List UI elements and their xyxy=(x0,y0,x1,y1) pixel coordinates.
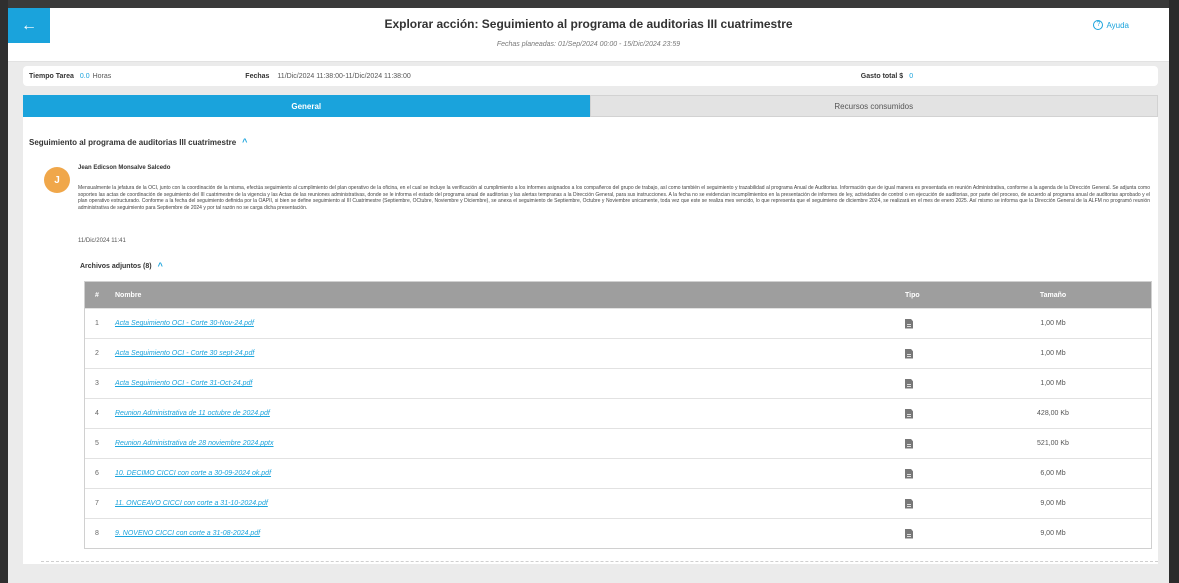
file-size: 6,00 Mb xyxy=(1040,470,1066,477)
avatar: J xyxy=(44,167,70,193)
top-bar: ← Explorar acción: Seguimiento al progra… xyxy=(8,8,1169,62)
row-num: 6 xyxy=(95,470,99,477)
file-size: 1,00 Mb xyxy=(1040,350,1066,357)
page-title: Explorar acción: Seguimiento al programa… xyxy=(384,17,793,31)
header-num: # xyxy=(95,291,99,299)
attachments-title: Archivos adjuntos (8) xyxy=(80,262,152,270)
file-link[interactable]: Acta Seguimiento OCI - Corte 31-Oct-24.p… xyxy=(115,380,252,387)
table-row: 7 11. ONCEAVO CICCI con corte a 31-10-20… xyxy=(85,488,1151,518)
table-row: 8 9. NOVENO CICCI con corte a 31-08-2024… xyxy=(85,518,1151,548)
header-type: Tipo xyxy=(905,291,920,299)
total-cost-value: 0 xyxy=(909,72,914,80)
file-link[interactable]: Acta Seguimiento OCI - Corte 30 sept-24.… xyxy=(115,350,254,357)
action-description: Mensualmente la jefatura de la OCI, junt… xyxy=(78,185,1150,211)
row-num: 4 xyxy=(95,410,99,417)
divider xyxy=(41,561,1158,562)
row-num: 8 xyxy=(95,530,99,537)
row-num: 3 xyxy=(95,380,99,387)
header-name: Nombre xyxy=(115,291,142,299)
task-time-unit: Horas xyxy=(92,72,112,80)
document-icon xyxy=(905,468,913,479)
document-icon xyxy=(905,318,913,329)
document-icon xyxy=(905,438,913,449)
file-link[interactable]: 9. NOVENO CICCI con corte a 31-08-2024.p… xyxy=(115,530,260,537)
row-num: 1 xyxy=(95,320,99,327)
planned-dates: Fechas planeadas: 01/Sep/2024 00:00 - 15… xyxy=(496,41,681,48)
file-link[interactable]: Acta Seguimiento OCI - Corte 30-Nov-24.p… xyxy=(115,320,254,327)
file-link[interactable]: 11. ONCEAVO CICCI con corte a 31-10-2024… xyxy=(115,500,268,507)
dates-value: 11/Dic/2024 11:38:00-11/Dic/2024 11:38:0… xyxy=(277,72,411,80)
table-row: 2 Acta Seguimiento OCI - Corte 30 sept-2… xyxy=(85,338,1151,368)
table-row: 3 Acta Seguimiento OCI - Corte 31-Oct-24… xyxy=(85,368,1151,398)
document-icon xyxy=(905,408,913,419)
row-num: 7 xyxy=(95,500,99,507)
row-num: 2 xyxy=(95,350,99,357)
table-row: 5 Reunion Administrativa de 28 noviembre… xyxy=(85,428,1151,458)
document-icon xyxy=(905,528,913,539)
task-info-bar: Tiempo Tarea 0.0 Horas Fechas 11/Dic/202… xyxy=(23,66,1158,86)
file-link[interactable]: Reunion Administrativa de 28 noviembre 2… xyxy=(115,440,274,447)
file-size: 9,00 Mb xyxy=(1040,530,1066,537)
total-cost-label: Gasto total $ xyxy=(860,72,904,80)
file-size: 1,00 Mb xyxy=(1040,320,1066,327)
attachments-table: # Nombre Tipo Tamaño 1 Acta Seguimiento … xyxy=(84,281,1152,549)
table-header: # Nombre Tipo Tamaño xyxy=(85,282,1151,308)
task-time-value: 0.0 xyxy=(79,72,90,80)
table-row: 4 Reunion Administrativa de 11 octubre d… xyxy=(85,398,1151,428)
file-size: 428,00 Kb xyxy=(1037,410,1069,417)
header-size: Tamaño xyxy=(1039,291,1067,299)
file-size: 9,00 Mb xyxy=(1040,500,1066,507)
dates-label: Fechas xyxy=(245,72,270,80)
file-link[interactable]: Reunion Administrativa de 11 octubre de … xyxy=(115,410,270,417)
chevron-up-icon[interactable]: ^ xyxy=(158,261,163,271)
modal-window: ← Explorar acción: Seguimiento al progra… xyxy=(8,8,1169,583)
window-right-edge xyxy=(1169,0,1179,583)
table-row: 6 10. DECIMO CICCI con corte a 30-09-202… xyxy=(85,458,1151,488)
chevron-up-icon[interactable]: ^ xyxy=(242,137,247,147)
help-link[interactable]: ? Ayuda xyxy=(1093,20,1129,30)
author-name: Jean Edicson Monsalve Salcedo xyxy=(78,165,171,171)
file-link[interactable]: 10. DECIMO CICCI con corte a 30-09-2024 … xyxy=(115,470,271,477)
general-panel: Seguimiento al programa de auditorias II… xyxy=(23,117,1158,564)
window-left-edge xyxy=(0,0,8,583)
task-time-label: Tiempo Tarea xyxy=(29,72,74,80)
document-icon xyxy=(905,498,913,509)
help-label: Ayuda xyxy=(1106,20,1129,30)
section-title: Seguimiento al programa de auditorias II… xyxy=(29,137,237,147)
document-icon xyxy=(905,348,913,359)
row-num: 5 xyxy=(95,440,99,447)
question-circle-icon: ? xyxy=(1093,20,1104,30)
tab-bar: General Recursos consumidos xyxy=(23,95,1158,117)
comment-date: 11/Dic/2024 11:41 xyxy=(78,238,126,244)
document-icon xyxy=(905,378,913,389)
section-header: Seguimiento al programa de auditorias II… xyxy=(29,137,247,147)
file-size: 1,00 Mb xyxy=(1040,380,1066,387)
tab-recursos-consumidos[interactable]: Recursos consumidos xyxy=(589,95,1158,117)
attachments-header: Archivos adjuntos (8) ^ xyxy=(80,261,163,271)
table-row: 1 Acta Seguimiento OCI - Corte 30-Nov-24… xyxy=(85,308,1151,338)
file-size: 521,00 Kb xyxy=(1037,440,1069,447)
tab-general[interactable]: General xyxy=(23,95,590,117)
